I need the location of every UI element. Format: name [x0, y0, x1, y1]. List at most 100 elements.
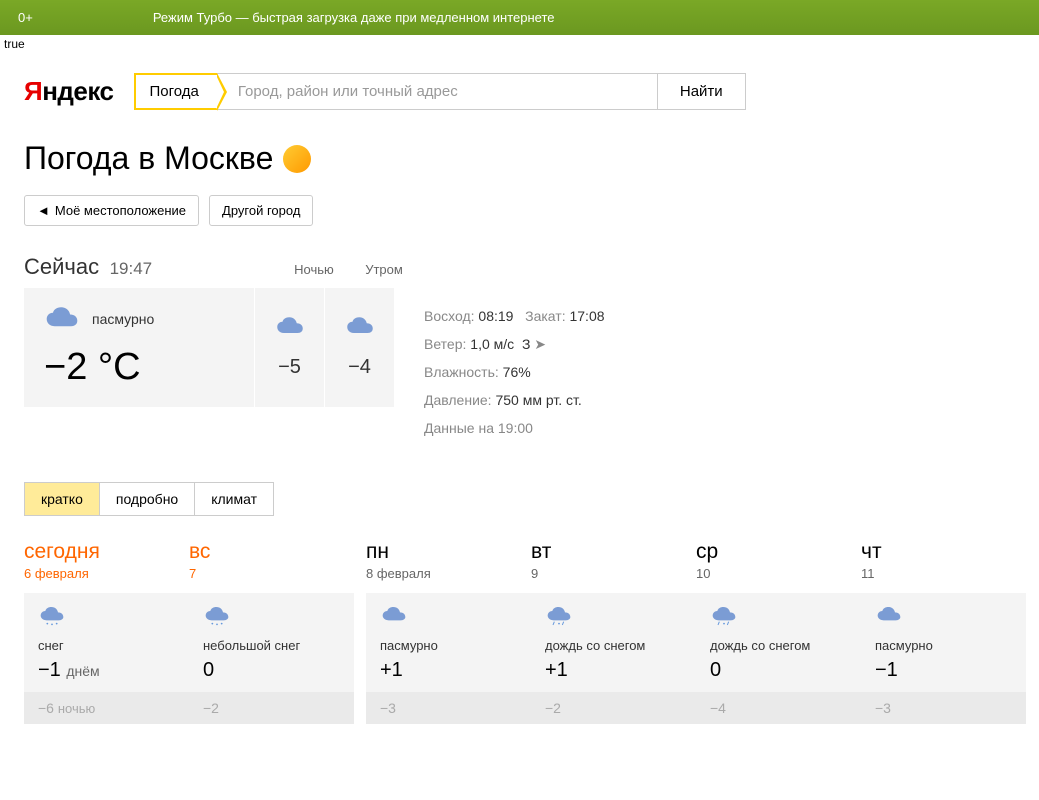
forecast-night-temp: −2 [531, 692, 696, 724]
forecast-card: дождь со снегом +1 −2 [531, 593, 696, 724]
forecast-night-temp: −2 [189, 692, 354, 724]
forecast-night-temp: −4 [696, 692, 861, 724]
wind-label: Ветер: [424, 336, 466, 352]
now-row: пасмурно −2 °C −5 −4 Восход: 08:19 Закат… [24, 288, 1015, 442]
pressure-label: Давление: [424, 392, 492, 408]
wind-value: 1,0 м/с [470, 336, 514, 352]
forecast-condition: снег [38, 638, 175, 653]
now-temp: −2 °C [44, 346, 226, 389]
forecast-day[interactable]: пн 8 февраля пасмурно +1 −3 [366, 540, 531, 724]
forecast-night-temp: −6 ночью [24, 692, 189, 724]
weather-icon [203, 607, 231, 627]
weather-icon [875, 607, 903, 627]
humidity-value: 76% [503, 364, 531, 380]
forecast-condition: дождь со снегом [710, 638, 847, 653]
weather-icon [380, 607, 408, 627]
sunrise-value: 08:19 [478, 308, 513, 324]
morning-label: Утром [349, 262, 419, 277]
now-time: 19:47 [110, 259, 153, 278]
forecast-card: небольшой снег 0 −2 [189, 593, 354, 724]
forecast-day[interactable]: вс 7 небольшой снег 0 −2 [189, 540, 354, 724]
search-category-tag[interactable]: Погода [134, 73, 217, 110]
search-input[interactable] [217, 73, 657, 110]
forecast-card: снег −1 днём −6 ночью [24, 593, 189, 724]
wind-dir: З [522, 336, 530, 352]
cloud-icon [275, 316, 305, 338]
forecast-row: сегодня 6 февраля снег −1 днём −6 ночью вс 7 не… [24, 540, 1015, 724]
forecast-card: пасмурно −1 −3 [861, 593, 1026, 724]
forecast-day-name: сегодня [24, 540, 189, 564]
now-main-card: пасмурно −2 °C [24, 288, 254, 407]
pressure-value: 750 мм рт. ст. [495, 392, 581, 408]
forecast-day[interactable]: вт 9 дождь со снегом +1 −2 [531, 540, 696, 724]
title-text: Погода в Москве [24, 140, 273, 177]
weather-spinner-icon [283, 145, 311, 173]
forecast-group-weekend: сегодня 6 февраля снег −1 днём −6 ночью вс 7 не… [24, 540, 354, 724]
main-content: Погода в Москве ◄ Моё местоположение Дру… [0, 140, 1039, 724]
forecast-condition: пасмурно [875, 638, 1012, 653]
night-card: −5 [254, 288, 324, 407]
forecast-date: 9 [531, 566, 696, 581]
forecast-condition: дождь со снегом [545, 638, 682, 653]
forecast-card: дождь со снегом 0 −4 [696, 593, 861, 724]
logo-rest: ндекс [42, 76, 113, 106]
sunrise-label: Восход: [424, 308, 475, 324]
forecast-day-name: пн [366, 540, 531, 564]
forecast-condition: пасмурно [380, 638, 517, 653]
data-label: Данные на [424, 420, 494, 436]
night-label: Ночью [279, 262, 349, 277]
forecast-day[interactable]: ср10дождь со снегом0−4 [696, 540, 861, 724]
search-button[interactable]: Найти [657, 73, 746, 110]
forecast-date: 7 [189, 566, 354, 581]
top-banner: 0+ Режим Турбо — быстрая загрузка даже п… [0, 0, 1039, 35]
forecast-day-name: чт [861, 540, 1026, 564]
wind-arrow-icon: ➤ [534, 336, 546, 352]
tab-brief[interactable]: кратко [24, 482, 100, 516]
forecast-day-temp: −1 [875, 659, 1012, 682]
weather-icon [710, 607, 738, 627]
forecast-day[interactable]: сегодня 6 февраля снег −1 днём −6 ночью [24, 540, 189, 724]
tab-detailed[interactable]: подробно [99, 482, 195, 516]
my-location-button[interactable]: ◄ Моё местоположение [24, 195, 199, 226]
forecast-day-temp: +1 [545, 659, 682, 682]
header: Яндекс Погода Найти [0, 53, 1039, 140]
forecast-day-name: вс [189, 540, 354, 564]
location-buttons: ◄ Моё местоположение Другой город [24, 195, 1015, 226]
forecast-card: пасмурно +1 −3 [366, 593, 531, 724]
sunset-value: 17:08 [569, 308, 604, 324]
banner-text: Режим Турбо — быстрая загрузка даже при … [153, 10, 555, 25]
tab-climate[interactable]: климат [194, 482, 274, 516]
now-cards: пасмурно −2 °C −5 −4 [24, 288, 394, 407]
sunset-label: Закат: [525, 308, 565, 324]
search-bar: Погода Найти [134, 73, 746, 110]
now-label: Сейчас [24, 254, 99, 279]
humidity-label: Влажность: [424, 364, 499, 380]
forecast-day-temp: −1 днём [38, 659, 175, 682]
my-location-label: Моё местоположение [55, 203, 186, 218]
forecast-day-temp: 0 [710, 659, 847, 682]
morning-temp: −4 [348, 356, 371, 379]
logo-y: Я [24, 76, 42, 106]
now-header: Сейчас 19:47 Ночью Утром [24, 254, 419, 280]
other-city-button[interactable]: Другой город [209, 195, 313, 226]
weather-details: Восход: 08:19 Закат: 17:08 Ветер: 1,0 м/… [394, 288, 605, 442]
forecast-day[interactable]: чт 11 пасмурно −1 −3 [861, 540, 1026, 724]
now-condition: пасмурно [92, 311, 154, 327]
forecast-night-temp: −3 [861, 692, 1026, 724]
page-title: Погода в Москве [24, 140, 1015, 177]
age-rating: 0+ [18, 10, 33, 25]
forecast-date: 6 февраля [24, 566, 189, 581]
weather-icon [545, 607, 573, 627]
data-time: 19:00 [498, 420, 533, 436]
debug-text: true [0, 35, 1039, 53]
forecast-condition: небольшой снег [203, 638, 340, 653]
forecast-day-name: вт [531, 540, 696, 564]
night-temp: −5 [278, 356, 301, 379]
forecast-day-temp: +1 [380, 659, 517, 682]
weather-icon [38, 607, 66, 627]
forecast-night-temp: −3 [366, 692, 531, 724]
forecast-date: 8 февраля [366, 566, 531, 581]
forecast-day-temp: 0 [203, 659, 340, 682]
forecast-date: 11 [861, 566, 1026, 581]
yandex-logo[interactable]: Яндекс [24, 76, 114, 107]
